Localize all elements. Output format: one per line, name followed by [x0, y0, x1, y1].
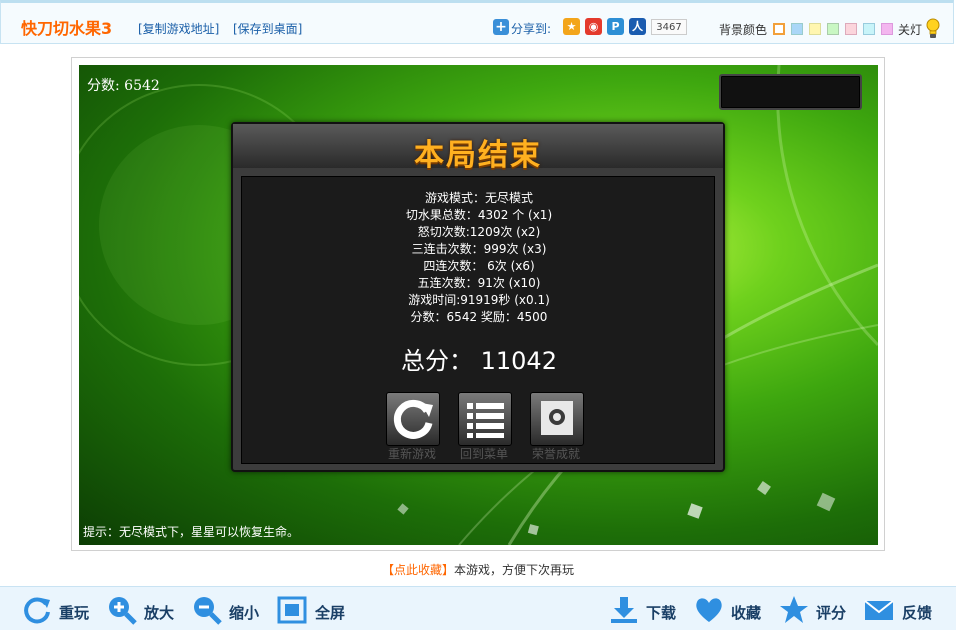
rate-button[interactable]: 评分: [779, 595, 849, 623]
swatch-white[interactable]: [773, 23, 785, 35]
stat-rage-cuts: 怒切次数:1209次 (x2): [417, 225, 541, 239]
feedback-label: 反馈: [902, 604, 933, 622]
share-count: 3467: [651, 19, 687, 35]
bottom-toolbar: 重玩 放大 缩小 全屏 下载 收藏 评分 反馈: [0, 586, 956, 630]
mail-icon: [864, 600, 894, 620]
restart-game-button[interactable]: 重新游戏: [380, 392, 444, 462]
top-bar: 快刀切水果3 [复制游戏地址] [保存到桌面] + 分享到: ★ ◉ P 人 3…: [0, 0, 954, 44]
lives-box: [719, 74, 862, 110]
achievements-button[interactable]: 荣誉成就: [524, 392, 588, 462]
hint-text: 提示：无尽模式下，星星可以恢复生命。: [83, 525, 300, 539]
pengyou-icon[interactable]: P: [607, 18, 624, 35]
replay-label: 重玩: [59, 604, 90, 622]
zoom-in-icon: [109, 597, 137, 625]
favorite-label: 收藏: [731, 604, 762, 622]
zoom-out-label: 缩小: [229, 604, 260, 622]
download-label: 下载: [646, 604, 677, 622]
stat-mode: 游戏模式：无尽模式: [424, 191, 533, 205]
qzone-icon[interactable]: ★: [563, 18, 580, 35]
favorite-note: 【点此收藏】本游戏，方便下次再玩: [0, 561, 956, 578]
swatch-blue[interactable]: [791, 23, 803, 35]
bookmark-link[interactable]: 【点此收藏】: [382, 563, 454, 577]
achievement-icon: [530, 392, 584, 446]
score-display: 分数: 6542: [87, 78, 160, 94]
stat-total-fruit: 切水果总数：4302 个 (x1): [405, 208, 553, 222]
heart-icon: [696, 598, 722, 622]
lights-off-label[interactable]: 关灯: [898, 21, 922, 38]
swatch-magenta[interactable]: [881, 23, 893, 35]
stat-triple-combo: 三连击次数：999次 (x3): [411, 242, 547, 256]
zoom-in-button[interactable]: 放大: [107, 595, 177, 625]
restart-icon: [386, 392, 440, 446]
menu-list-icon: [458, 392, 512, 446]
stat-quad-combo: 四连次数： 6次 (x6): [423, 259, 535, 273]
panel-title: 本局结束: [414, 138, 542, 173]
renren-icon[interactable]: 人: [629, 18, 646, 35]
feedback-button[interactable]: 反馈: [864, 595, 938, 623]
background-color-label: 背景颜色: [719, 23, 768, 37]
download-button[interactable]: 下载: [609, 595, 679, 623]
fullscreen-label: 全屏: [315, 604, 346, 622]
panel-body: 游戏模式：无尽模式 切水果总数：4302 个 (x1) 怒切次数:1209次 (…: [241, 176, 715, 464]
fullscreen-button[interactable]: 全屏: [277, 595, 347, 624]
save-desktop-button[interactable]: [保存到桌面]: [233, 20, 302, 37]
favorite-button[interactable]: 收藏: [694, 595, 764, 623]
replay-button[interactable]: 重玩: [22, 595, 92, 624]
share-label: 分享到:: [511, 22, 552, 36]
star-icon: [780, 596, 808, 623]
zoom-out-button[interactable]: 缩小: [192, 595, 262, 625]
rate-label: 评分: [816, 604, 847, 622]
swatch-green[interactable]: [827, 23, 839, 35]
fullscreen-icon: [277, 596, 307, 624]
weibo-icon[interactable]: ◉: [585, 18, 602, 35]
share-plus-icon[interactable]: +: [493, 19, 509, 35]
total-score: 总分： 11042: [401, 347, 557, 375]
swatch-cyan[interactable]: [863, 23, 875, 35]
favorite-note-text: 本游戏，方便下次再玩: [454, 563, 575, 577]
download-icon: [611, 597, 637, 623]
stat-play-time: 游戏时间:91919秒 (x0.1): [408, 293, 550, 307]
replay-icon: [24, 597, 50, 624]
back-to-menu-button[interactable]: 回到菜单: [452, 392, 516, 462]
game-title: 快刀切水果3: [21, 19, 113, 38]
zoom-out-icon: [194, 597, 222, 625]
stat-penta-combo: 五连次数：91次 (x10): [417, 276, 541, 290]
bulb-icon[interactable]: [925, 18, 941, 40]
panel-header: 本局结束: [233, 124, 723, 173]
result-panel: 本局结束 游戏模式：无尽模式 切水果总数：4302 个 (x1) 怒切次数:12…: [231, 122, 725, 472]
swatch-pink[interactable]: [845, 23, 857, 35]
copy-link-button[interactable]: [复制游戏地址]: [138, 20, 219, 37]
zoom-in-label: 放大: [144, 604, 175, 622]
achievements-label: 荣誉成就: [531, 447, 580, 461]
stat-score-bonus: 分数：6542 奖励：4500: [410, 310, 548, 324]
swatch-yellow[interactable]: [809, 23, 821, 35]
